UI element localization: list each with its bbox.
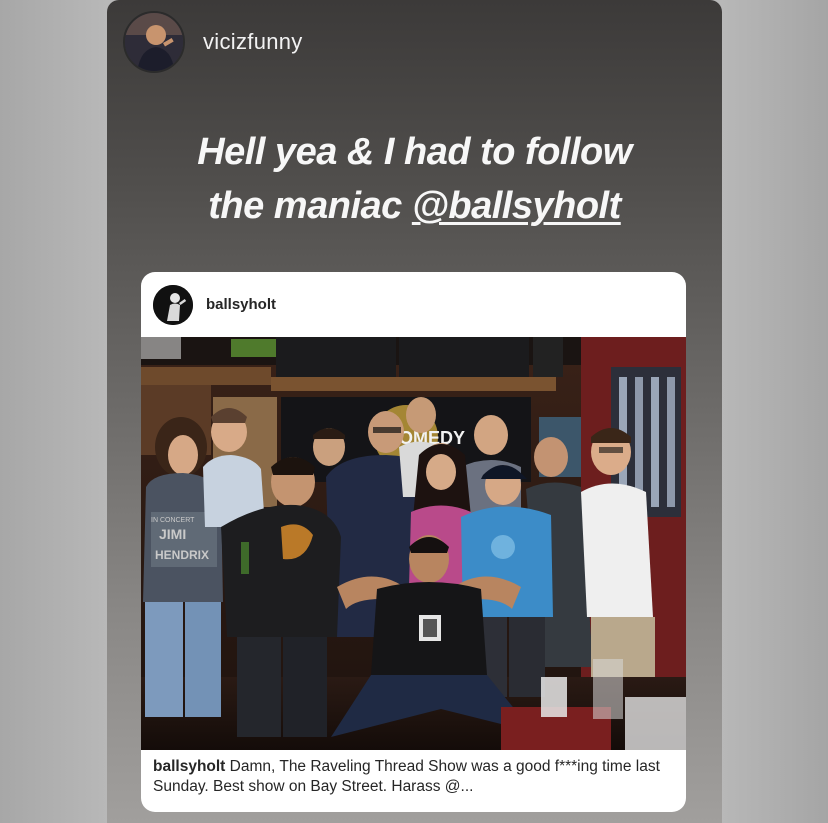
shared-post-caption: ballsyholt Damn, The Raveling Thread Sho… [153, 757, 678, 797]
mention-link[interactable]: @ballsyholt [412, 185, 621, 227]
shirt-text-1: JIMI [159, 526, 186, 542]
story-avatar[interactable] [123, 11, 185, 73]
group-photo[interactable]: COMEDY JIMI HENDRIX IN CONCERT [141, 337, 686, 750]
story-caption: Hell yea & I had to follow the maniac @b… [107, 125, 722, 233]
group-photo-illustration: COMEDY JIMI HENDRIX IN CONCERT [141, 337, 686, 750]
shirt-text-3: IN CONCERT [151, 517, 195, 524]
person-silhouette-icon [125, 13, 183, 71]
story-username[interactable]: vicizfunny [203, 29, 303, 55]
caption-line-2-prefix: the maniac [208, 185, 412, 227]
person-silhouette-icon [153, 284, 193, 325]
shared-post-avatar[interactable] [153, 284, 193, 325]
caption-username[interactable]: ballsyholt [153, 758, 225, 775]
caption-line-1: Hell yea & I had to follow [197, 131, 632, 173]
story-frame[interactable]: vicizfunny Hell yea & I had to follow th… [107, 0, 722, 823]
shared-post-header: ballsyholt [141, 272, 686, 337]
story-header: vicizfunny [123, 11, 303, 73]
screen: vicizfunny Hell yea & I had to follow th… [0, 0, 828, 823]
shirt-text-2: HENDRIX [155, 548, 209, 562]
shared-post-card[interactable]: ballsyholt COMEDY JIMI HENDRIX IN CONCER… [141, 272, 686, 812]
shared-post-username[interactable]: ballsyholt [206, 296, 276, 313]
caption-line-2: the maniac @ballsyholt [107, 179, 722, 233]
caption-text: Damn, The Raveling Thread Show was a goo… [153, 758, 660, 795]
